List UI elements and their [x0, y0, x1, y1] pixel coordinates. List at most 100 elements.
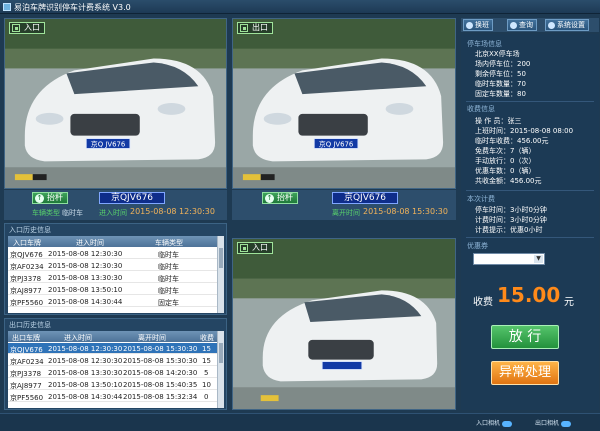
fee-row: 手动放行：0（次）	[475, 157, 536, 165]
window-title: 易泊车牌识别停车计费系统 V3.0	[14, 3, 131, 12]
status-bar: 入口相机 出口相机	[0, 413, 600, 431]
current-fee-row: 计费提示：优惠0小时	[475, 226, 543, 234]
table-row[interactable]: 京QJV676 2015-08-08 12:30:30 临时车	[8, 248, 224, 259]
fee-row: 优惠车数：0（辆）	[475, 167, 536, 175]
entry-history-scrollbar[interactable]	[217, 236, 224, 313]
fee-row: 临时车收费：456.00元	[475, 137, 549, 145]
table-cell: 京PJ3378	[10, 370, 42, 378]
entry-car-type-value: 临时车	[62, 209, 83, 217]
exit-history-scrollbar[interactable]	[217, 331, 224, 408]
table-row[interactable]: 京PJ3378 2015-08-08 13:30:30 2015-08-08 1…	[8, 367, 224, 378]
table-row[interactable]: 京PJ3378 2015-08-08 13:30:30 临时车	[8, 272, 224, 283]
fee-info-title: 收费信息	[467, 105, 495, 113]
table-header: 出口车牌 进入时间 离开时间 收费	[8, 331, 224, 342]
entry-camera-label: 入口	[9, 22, 45, 34]
center-camera-view: 入口	[232, 238, 456, 410]
table-cell: 2015-08-08 12:30:30	[48, 357, 123, 365]
fee-unit: 元	[564, 297, 574, 308]
table-row[interactable]: 京AF0234 2015-08-08 12:30:30 2015-08-08 1…	[8, 355, 224, 366]
exit-time-value: 2015-08-08 15:30:30	[363, 207, 448, 216]
switch-shift-button[interactable]: 换班	[463, 19, 493, 31]
table-cell: 临时车	[158, 263, 179, 271]
table-cell: 2015-08-08 12:30:30	[48, 262, 123, 270]
entry-camera-view: 京Q JV676 入口	[4, 18, 227, 189]
exception-handling-button[interactable]: 异常处理	[491, 361, 559, 385]
table-cell: 固定车	[158, 299, 179, 307]
column-header[interactable]: 离开时间	[138, 333, 166, 343]
table-row[interactable]: 京AJ8977 2015-08-08 13:50:10 2015-08-08 1…	[8, 379, 224, 390]
fee-label: 收费	[473, 297, 493, 308]
entry-car-type-label: 车辆类型	[32, 209, 60, 217]
column-header[interactable]: 进入时间	[64, 333, 92, 343]
table-cell: 15	[202, 345, 211, 353]
table-cell: 京AJ8977	[10, 287, 42, 295]
table-cell: 0	[204, 393, 209, 401]
entry-history-panel: 入口历史信息 入口车牌 进入时间 车辆类型 京QJV676 2015-08-08…	[4, 223, 227, 315]
table-cell: 京PF5560	[10, 394, 44, 402]
fee-row: 上班时间：2015-08-08 08:00	[475, 127, 574, 135]
fee-row: 共收金额：456.00元	[475, 177, 542, 185]
lift-gate-icon: ↑	[265, 194, 274, 203]
table-cell: 京AJ8977	[10, 382, 42, 390]
table-cell: 2015-08-08 13:30:30	[48, 274, 123, 282]
entry-time-label: 进入时间	[99, 209, 127, 217]
exit-camera-status: 出口相机	[535, 418, 572, 427]
parking-row: 临时车数量：70	[475, 80, 526, 88]
entry-time-value: 2015-08-08 12:30:30	[130, 207, 215, 216]
chevron-down-icon[interactable]: ▼	[534, 255, 543, 263]
exit-info-bar: ↑ 抬杆 京QJV676 离开时间 2015-08-08 15:30:30	[232, 190, 456, 220]
table-row[interactable]: 京AF0234 2015-08-08 12:30:30 临时车	[8, 260, 224, 271]
table-row[interactable]: 京AJ8977 2015-08-08 13:50:10 临时车	[8, 284, 224, 295]
camera-icon	[12, 24, 20, 32]
camera-icon	[240, 244, 248, 252]
table-cell: 京QJV676	[10, 251, 43, 259]
column-header[interactable]: 车辆类型	[155, 238, 183, 248]
entry-car-plate-text: 京Q JV676	[91, 140, 126, 149]
table-cell: 2015-08-08 12:30:30	[48, 250, 123, 258]
table-cell: 京AF0234	[10, 358, 44, 366]
camera-icon	[240, 24, 248, 32]
exit-camera-label: 出口	[237, 22, 273, 34]
column-header[interactable]: 入口车牌	[13, 238, 41, 248]
camera-status-icon	[561, 420, 572, 427]
table-cell: 临时车	[158, 251, 179, 259]
center-camera-label: 入口	[237, 242, 273, 254]
column-header[interactable]: 进入时间	[76, 238, 104, 248]
table-cell: 2015-08-08 12:30:30	[48, 345, 123, 353]
column-header[interactable]: 收费	[200, 333, 214, 343]
exit-history-title: 出口历史信息	[9, 321, 51, 329]
table-cell: 10	[202, 381, 211, 389]
fee-row: 免费车次：7（辆）	[475, 147, 536, 155]
release-button[interactable]: 放 行	[491, 325, 559, 349]
table-header: 入口车牌 进入时间 车辆类型	[8, 236, 224, 247]
table-row-selected[interactable]: 京QJV676 2015-08-08 12:30:30 2015-08-08 1…	[8, 343, 224, 354]
table-cell: 2015-08-08 15:32:34	[123, 393, 198, 401]
discount-select[interactable]: ▼	[473, 253, 545, 265]
table-cell: 临时车	[158, 275, 179, 283]
parking-row: 固定车数量：80	[475, 90, 526, 98]
table-cell: 2015-08-08 14:30:44	[48, 393, 123, 401]
table-row[interactable]: 京PF5560 2015-08-08 14:30:44 固定车	[8, 296, 224, 307]
table-cell: 2015-08-08 15:30:30	[123, 357, 198, 365]
divider	[466, 237, 594, 238]
current-fee-title: 本次计费	[467, 195, 495, 203]
table-cell: 2015-08-08 13:30:30	[48, 369, 123, 377]
current-fee-row: 计费时间：3小时0分钟	[475, 216, 547, 224]
parking-info-title: 停车场信息	[467, 40, 502, 48]
exit-time-label: 离开时间	[332, 209, 360, 217]
app-icon	[3, 3, 11, 11]
query-button[interactable]: 查询	[507, 19, 537, 31]
entry-gate-open-button[interactable]: ↑ 抬杆	[32, 192, 68, 204]
entry-plate-display: 京QJV676	[99, 192, 165, 204]
entry-history-table: 入口车牌 进入时间 车辆类型 京QJV676 2015-08-08 12:30:…	[8, 236, 224, 313]
table-row[interactable]: 京PF5560 2015-08-08 14:30:44 2015-08-08 1…	[8, 391, 224, 402]
center-camera-image	[233, 239, 455, 409]
column-header[interactable]: 出口车牌	[12, 333, 40, 343]
discount-title: 优惠券	[467, 242, 488, 250]
gear-icon	[548, 22, 555, 29]
exit-plate-display: 京QJV676	[332, 192, 398, 204]
system-settings-button[interactable]: 系统设置	[545, 19, 589, 31]
table-cell: 2015-08-08 13:50:10	[48, 286, 123, 294]
exit-gate-open-button[interactable]: ↑ 抬杆	[262, 192, 298, 204]
exit-camera-image: 京Q JV676	[233, 19, 455, 188]
